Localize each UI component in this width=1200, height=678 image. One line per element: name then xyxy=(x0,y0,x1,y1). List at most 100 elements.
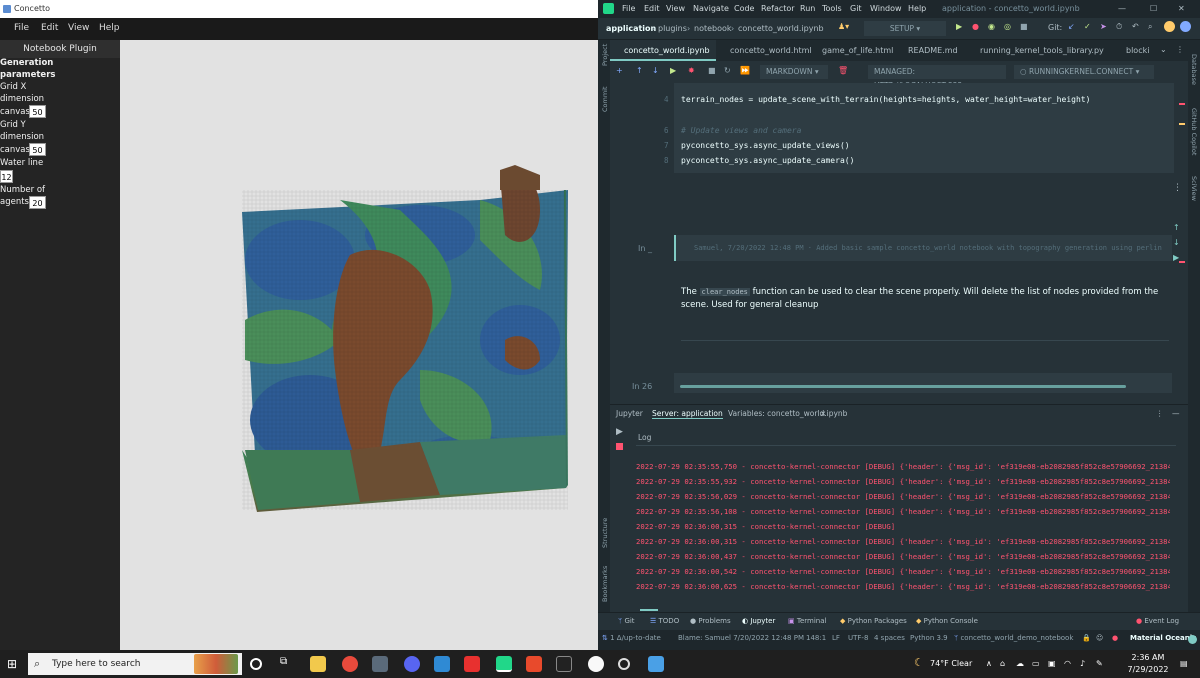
tray-overflow-icon[interactable]: ∧ xyxy=(986,659,992,668)
updates-icon[interactable] xyxy=(1164,21,1175,32)
menu-window[interactable]: Window xyxy=(870,4,902,13)
close-tab-icon[interactable]: × xyxy=(820,409,826,418)
run-icon[interactable]: ▶ xyxy=(956,22,962,31)
start-button-icon[interactable]: ⊞ xyxy=(7,658,17,670)
battery-icon[interactable]: ▭ xyxy=(1032,659,1040,668)
grid-x-input[interactable]: 50 xyxy=(29,105,46,118)
horizontal-scrollbar[interactable] xyxy=(680,385,1126,388)
git-branch[interactable]: ᛘ concetto_world_demo_notebook xyxy=(954,634,1073,642)
theme-status[interactable]: Material Oceanic xyxy=(1130,634,1196,642)
agents-input[interactable]: 20 xyxy=(29,196,46,209)
add-cell-icon[interactable]: + xyxy=(616,66,623,75)
taskbar-search-input[interactable]: ⌕ Type here to search xyxy=(28,653,242,675)
terminal-icon[interactable] xyxy=(556,656,572,672)
task-view-icon[interactable]: ⧉ xyxy=(280,656,296,672)
clock-time[interactable]: 2:36 AM xyxy=(1126,653,1170,662)
menu-tools[interactable]: Tools xyxy=(822,4,842,13)
menu-file[interactable]: File xyxy=(14,23,29,33)
tab-concetto-world-html[interactable]: concetto_world.html × xyxy=(716,40,812,76)
file-encoding[interactable]: UTF-8 xyxy=(848,634,868,642)
blame-status[interactable]: Blame: Samuel 7/20/2022 12:48 PM xyxy=(678,634,804,642)
python-packages-tool-button[interactable]: ◆ Python Packages xyxy=(840,617,907,625)
git-commit-icon[interactable]: ✓ xyxy=(1084,22,1091,31)
line-separator[interactable]: LF xyxy=(832,634,840,642)
pycharm-taskbar-icon[interactable] xyxy=(496,656,512,672)
interpreter-status[interactable]: Python 3.9 xyxy=(910,634,948,642)
settings-icon[interactable] xyxy=(1180,21,1191,32)
stop-kernel-icon[interactable]: ✸ xyxy=(688,66,695,75)
tab-variables[interactable]: Variables: concetto_world.ipynb xyxy=(728,409,847,418)
hide-icon[interactable]: — xyxy=(1172,409,1180,418)
file-explorer-icon[interactable] xyxy=(310,656,326,672)
menu-code[interactable]: Code xyxy=(734,4,754,13)
database-tool-tab[interactable]: Database xyxy=(1190,54,1198,85)
tab-running-kernel-tools[interactable]: running_kernel_tools_library.py × xyxy=(966,40,1112,76)
delete-cell-icon[interactable]: 🗑 xyxy=(838,66,848,75)
cell-down-icon[interactable]: ↓ xyxy=(1173,238,1180,247)
menu-git[interactable]: Git xyxy=(850,4,862,13)
notebook-editor[interactable]: ●5 ▲1 ▲14 ✓5 ∧ ∨ 4 terrain_nodes = updat… xyxy=(610,83,1188,393)
git-update-icon[interactable]: ↙ xyxy=(1068,22,1075,31)
todo-tool-button[interactable]: ☰ TODO xyxy=(650,617,679,625)
next-code-cell[interactable] xyxy=(674,373,1172,393)
chrome-icon[interactable] xyxy=(342,656,358,672)
menu-help[interactable]: Help xyxy=(908,4,926,13)
profile-icon[interactable]: ◎ xyxy=(1004,22,1011,31)
cortana-icon[interactable] xyxy=(250,658,262,670)
kernel-dropdown[interactable]: ○ RUNNINGKERNEL.CONNECT ▾ xyxy=(1014,65,1154,79)
run-cell-icon[interactable]: ▶ xyxy=(670,66,676,75)
bookmarks-tool-tab[interactable]: Bookmarks xyxy=(601,566,609,602)
app-icon[interactable] xyxy=(526,656,542,672)
volume-icon[interactable]: ♪ xyxy=(1080,659,1085,668)
app-icon[interactable] xyxy=(372,656,388,672)
menu-run[interactable]: Run xyxy=(800,4,815,13)
problems-tool-button[interactable]: ● Problems xyxy=(690,617,731,625)
project-tool-tab[interactable]: Project xyxy=(601,44,609,66)
indent-status[interactable]: 4 spaces xyxy=(874,634,905,642)
github-copilot-tool-tab[interactable]: GitHub Copilot xyxy=(1190,108,1198,155)
lock-icon[interactable]: 🔒 xyxy=(1082,634,1091,642)
git-tool-button[interactable]: ᛘ Git xyxy=(618,617,635,625)
weather-icon[interactable]: ☾ xyxy=(914,656,924,669)
jupyter-tool-button[interactable]: ◐ Jupyter xyxy=(742,617,775,625)
app-icon[interactable] xyxy=(648,656,664,672)
event-log-tool-button[interactable]: ● Event Log xyxy=(1136,617,1179,625)
commit-tool-tab[interactable]: Commit xyxy=(601,86,609,112)
menu-edit[interactable]: Edit xyxy=(41,23,58,33)
structure-tool-tab[interactable]: Structure xyxy=(601,518,609,548)
server-dropdown[interactable]: MANAGED: HTTP://LOCALHOST:888 ▾ xyxy=(868,65,1006,90)
run-all-icon[interactable]: ⏩ xyxy=(740,66,750,75)
sciview-tool-tab[interactable]: SciView xyxy=(1190,176,1198,201)
stop-icon[interactable]: ■ xyxy=(1020,22,1028,31)
breadcrumb-file[interactable]: concetto_world.ipynb xyxy=(738,24,824,33)
voxel-terrain-viewport[interactable] xyxy=(120,40,598,650)
app-icon[interactable] xyxy=(618,658,630,670)
tab-jupyter[interactable]: Jupyter xyxy=(616,409,643,418)
coverage-icon[interactable]: ◉ xyxy=(988,22,995,31)
breadcrumb-plugins[interactable]: plugins xyxy=(658,24,687,33)
slack-icon[interactable] xyxy=(588,656,604,672)
menu-file[interactable]: File xyxy=(622,4,635,13)
menu-refactor[interactable]: Refactor xyxy=(761,4,795,13)
log-output[interactable]: 2022-07-29 02:35:55,750 - concetto-kerne… xyxy=(610,447,1170,597)
menu-help[interactable]: Help xyxy=(99,23,120,33)
grid-y-input[interactable]: 50 xyxy=(29,143,46,156)
wifi-icon[interactable]: ◠ xyxy=(1064,659,1071,668)
terminal-tool-button[interactable]: ▣ Terminal xyxy=(788,617,826,625)
language-icon[interactable]: ✎ xyxy=(1096,659,1103,668)
tab-readme[interactable]: README.md × xyxy=(894,40,966,76)
water-line-input[interactable]: 12 xyxy=(0,170,13,183)
cloud-icon[interactable]: ☁ xyxy=(1016,659,1024,668)
menu-edit[interactable]: Edit xyxy=(644,4,660,13)
restart-icon[interactable]: ↻ xyxy=(724,66,731,75)
tab-concetto-world-ipynb[interactable]: concetto_world.ipynb × xyxy=(610,40,716,76)
move-up-icon[interactable]: ↑ xyxy=(636,66,643,75)
menu-navigate[interactable]: Navigate xyxy=(693,4,729,13)
display-icon[interactable]: ▣ xyxy=(1048,659,1056,668)
options-icon[interactable]: ⋮ xyxy=(1156,409,1164,418)
search-everywhere-icon[interactable]: ⌕ xyxy=(1148,22,1152,32)
run-icon[interactable]: ▶ xyxy=(616,427,623,437)
breadcrumb-project[interactable]: application xyxy=(606,24,656,33)
cell-up-icon[interactable]: ↑ xyxy=(1173,223,1180,232)
cell-menu-icon[interactable]: ⋮ xyxy=(1173,183,1182,193)
